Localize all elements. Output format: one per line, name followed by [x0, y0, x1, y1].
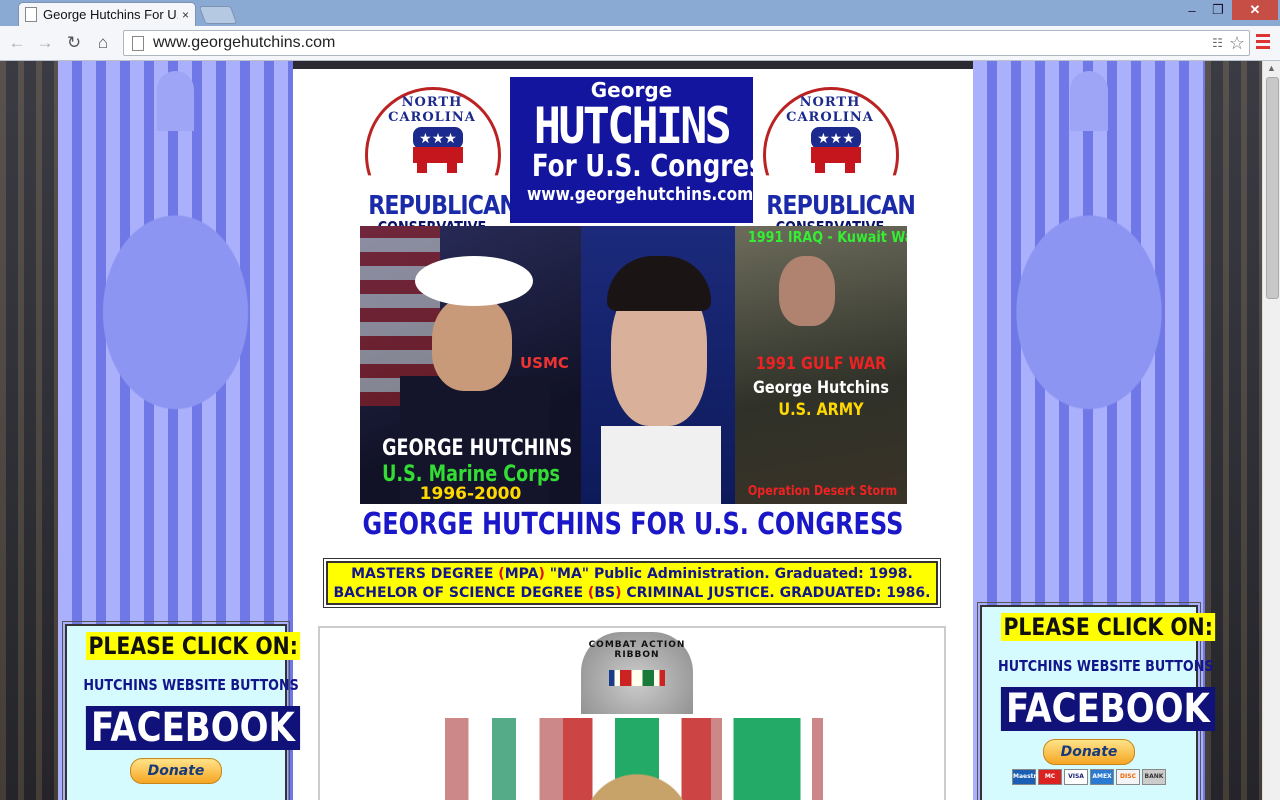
marine-name-label: GEORGE HUTCHINS [382, 436, 573, 461]
payment-cards: Maestro MC VISA AMEX DISC BANK [982, 769, 1196, 785]
medal-ribbon-left [445, 718, 563, 800]
gulf-war-label: 1991 GULF WAR [755, 354, 887, 374]
elephant-icon: ★★★ [811, 127, 861, 173]
visa-card-icon: VISA [1064, 769, 1088, 785]
usmc-label: USMC [520, 354, 569, 372]
forward-arrow-icon[interactable]: → [34, 32, 56, 54]
campaign-title-banner: George HUTCHINS For U.S. Congress www.ge… [510, 77, 779, 223]
medal-center [563, 718, 711, 800]
home-icon[interactable]: ⌂ [92, 32, 114, 54]
page-heading: GEORGE HUTCHINS FOR U.S. CONGRESS [362, 507, 904, 542]
svg-text:★★★: ★★★ [419, 130, 457, 146]
svg-text:★★★: ★★★ [817, 130, 855, 146]
page-icon [25, 7, 37, 22]
back-arrow-icon[interactable]: ← [6, 32, 28, 54]
operation-label: Operation Desert Storm [747, 484, 898, 499]
vertical-scrollbar[interactable]: ▲ [1262, 61, 1280, 800]
medal-ribbon-right [711, 718, 823, 800]
tab-close-icon[interactable]: × [182, 8, 189, 22]
page-icon [132, 35, 144, 51]
combat-action-ribbon: COMBAT ACTION RIBBON [581, 632, 693, 714]
elephant-icon: ★★★ [413, 127, 463, 173]
maestro-card-icon: Maestro [1012, 769, 1041, 785]
degrees-box: MASTERS DEGREE (MPA) "MA" Public Adminis… [323, 558, 941, 608]
army-branch-label: U.S. ARMY [778, 400, 864, 420]
minimize-button[interactable]: ‒ [1180, 0, 1204, 20]
tab-strip: George Hutchins For U. × ‒ ❐ ✕ [0, 0, 1280, 26]
address-bar[interactable]: www.georgehutchins.com ☷ ☆ [123, 30, 1250, 56]
amex-card-icon: AMEX [1090, 769, 1114, 785]
state-label: NORTH CAROLINA [786, 95, 874, 125]
close-window-button[interactable]: ✕ [1232, 0, 1278, 20]
new-tab-button[interactable] [198, 6, 238, 24]
gop-logo-left: NORTH CAROLINA ★★★ REPUBLICAN CONSERVATI… [357, 85, 518, 235]
right-links-box: PLEASE CLICK ON: HUTCHINS WEBSITE BUTTON… [977, 602, 1216, 800]
marine-photo: USMC GEORGE HUTCHINS U.S. Marine Corps 1… [360, 226, 581, 504]
tab-title: George Hutchins For U. [43, 7, 178, 22]
reload-icon[interactable]: ↻ [63, 32, 85, 54]
maximize-button[interactable]: ❐ [1206, 0, 1230, 20]
browser-menu-icon[interactable] [1256, 34, 1270, 52]
facebook-button[interactable]: FACEBOOK [1000, 687, 1215, 731]
title-website: www.georgehutchins.com [527, 184, 754, 205]
party-label: REPUBLICAN [368, 191, 518, 221]
please-click-label: PLEASE CLICK ON: [1000, 613, 1216, 641]
donate-button[interactable]: Donate [130, 758, 222, 784]
please-click-label: PLEASE CLICK ON: [85, 632, 301, 660]
discover-card-icon: DISC [1116, 769, 1140, 785]
donate-button[interactable]: Donate [1043, 739, 1135, 765]
portrait-photo [581, 226, 735, 504]
army-top-label: 1991 IRAQ - Kuwait War [747, 228, 907, 246]
bookmark-star-icon[interactable]: ☆ [1229, 33, 1245, 54]
page-viewport: NORTH CAROLINA ★★★ REPUBLICAN CONSERVATI… [0, 61, 1262, 800]
scroll-thumb[interactable] [1266, 77, 1279, 299]
medals-panel: COMBAT ACTION RIBBON [318, 626, 946, 800]
state-label: NORTH CAROLINA [388, 95, 476, 125]
title-tagline: For U.S. Congress [531, 149, 779, 184]
degree-line-masters: MASTERS DEGREE (MPA) "MA" Public Adminis… [351, 566, 913, 582]
ribbon-caption: COMBAT ACTION RIBBON [588, 640, 686, 660]
gop-logo-right: NORTH CAROLINA ★★★ REPUBLICAN CONSERVATI… [755, 85, 916, 235]
website-buttons-label: HUTCHINS WEBSITE BUTTONS [998, 657, 1214, 675]
translate-icon[interactable]: ☷ [1212, 36, 1223, 50]
mastercard-icon: MC [1038, 769, 1062, 785]
scroll-up-icon[interactable]: ▲ [1267, 63, 1276, 73]
url-text[interactable]: www.georgehutchins.com [153, 34, 1212, 52]
left-links-box: PLEASE CLICK ON: HUTCHINS WEBSITE BUTTON… [62, 621, 301, 800]
title-last-name: HUTCHINS [533, 97, 732, 155]
facebook-button[interactable]: FACEBOOK [85, 706, 300, 750]
bank-icon: BANK [1142, 769, 1166, 785]
degree-line-bachelor: BACHELOR OF SCIENCE DEGREE (BS) CRIMINAL… [333, 585, 931, 601]
browser-toolbar: ← → ↻ ⌂ www.georgehutchins.com ☷ ☆ [0, 26, 1280, 61]
army-name-label: George Hutchins [753, 378, 889, 398]
marine-years-label: 1996-2000 [419, 484, 522, 504]
website-buttons-label: HUTCHINS WEBSITE BUTTONS [83, 676, 299, 694]
browser-tab[interactable]: George Hutchins For U. × [18, 2, 196, 26]
party-label: REPUBLICAN [766, 191, 916, 221]
main-content-column: NORTH CAROLINA ★★★ REPUBLICAN CONSERVATI… [293, 69, 973, 800]
background-left-edge [0, 61, 58, 800]
army-photo: 1991 IRAQ - Kuwait War 1991 GULF WAR Geo… [735, 226, 907, 504]
